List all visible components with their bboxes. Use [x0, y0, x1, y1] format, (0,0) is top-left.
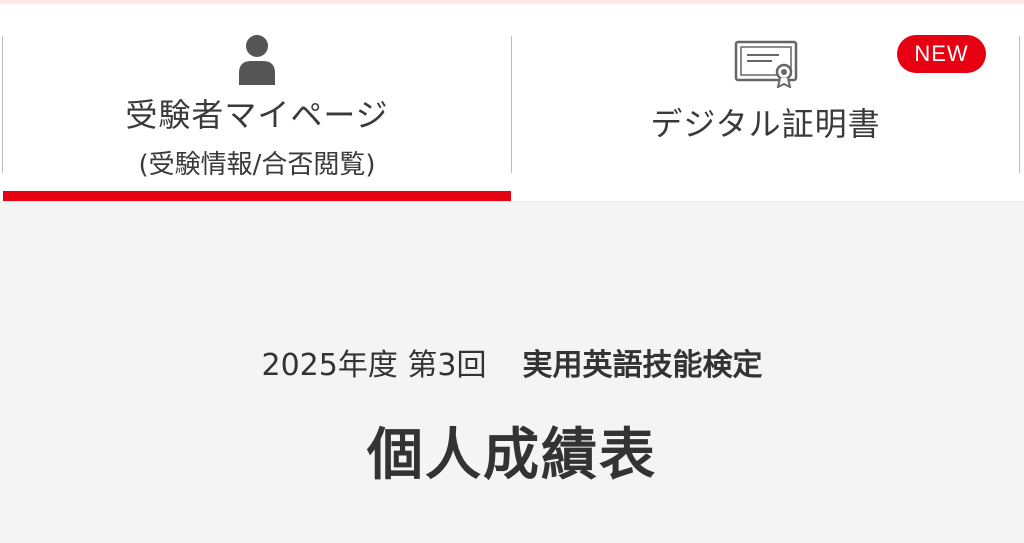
active-tab-indicator	[3, 191, 511, 201]
tab-digital-certificate[interactable]: デジタル証明書 NEW	[512, 4, 1019, 202]
certificate-icon	[734, 40, 798, 88]
exam-session: 2025年度 第3回	[261, 348, 487, 383]
exam-info: 2025年度 第3回 実用英語技能検定	[0, 344, 1024, 388]
tab-my-page[interactable]: 受験者マイページ (受験情報/合否閲覧)	[3, 4, 511, 202]
exam-name: 実用英語技能検定	[522, 348, 763, 383]
person-icon	[239, 35, 275, 85]
tab-divider	[1019, 36, 1020, 173]
tab-my-page-sublabel: (受験情報/合否閲覧)	[138, 150, 376, 180]
tab-digital-certificate-label: デジタル証明書	[650, 105, 881, 143]
new-badge: NEW	[897, 35, 986, 73]
page-title: 個人成績表	[367, 423, 657, 488]
tab-bar: 受験者マイページ (受験情報/合否閲覧) デジタル証明書 NEW	[0, 4, 1024, 202]
tab-my-page-label: 受験者マイページ	[125, 96, 389, 134]
